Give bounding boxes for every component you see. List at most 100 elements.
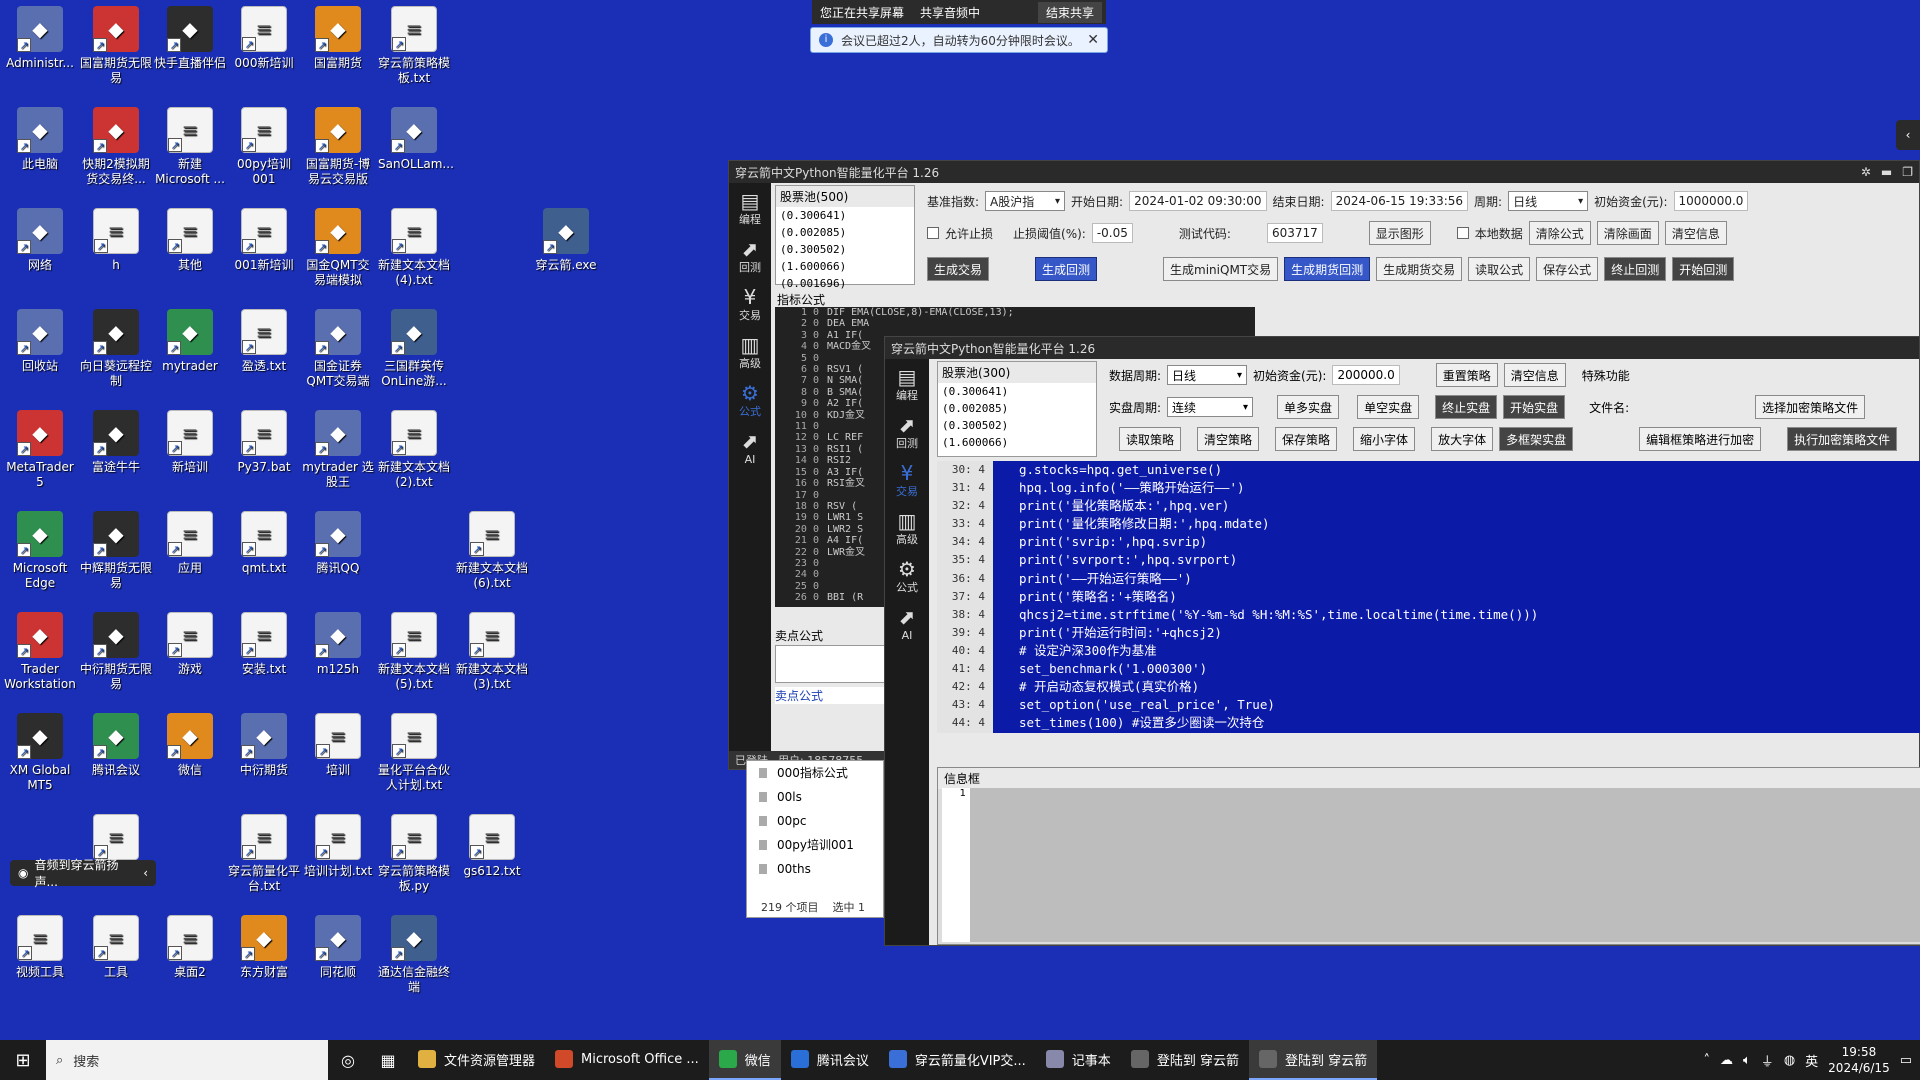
nav-formula[interactable]: ⚙ 公式 [732, 381, 768, 419]
desktop-icon[interactable]: ≡ ↗ 应用 [154, 511, 226, 576]
end-share-button[interactable]: 结束共享 [1037, 1, 1102, 23]
desktop-icon[interactable]: ≡ ↗ 新建文本文档(3).txt [456, 612, 528, 692]
taskbar-app[interactable]: 登陆到 穿云箭 [1248, 1040, 1378, 1080]
nav-ai[interactable]: ⬈ AI [889, 605, 925, 643]
strategy-code-editor[interactable]: 30: 4 g.stocks=hpq.get_universe() 31: 4 hpq… [937, 461, 1920, 733]
cloud-icon[interactable]: ☁ [1720, 1053, 1733, 1068]
minimize-icon[interactable]: ▬ [1881, 165, 1892, 179]
clear-info-button[interactable]: 清空信息 [1664, 221, 1727, 245]
desktop-icon[interactable]: ≡ ↗ 新建文本文档(6).txt [456, 511, 528, 591]
multi-live-button[interactable]: 单多实盘 [1277, 395, 1340, 419]
start-live-button[interactable]: 开始实盘 [1503, 395, 1566, 419]
desktop-icon[interactable]: ◆ ↗ 穿云箭.exe [530, 208, 602, 273]
nav-ai[interactable]: ⬈ AI [732, 429, 768, 467]
data-period-select[interactable]: 日线 [1167, 365, 1248, 385]
share-audio-status[interactable]: 共享音频中 [912, 4, 988, 21]
taskbar-app[interactable]: Microsoft Office ... [545, 1040, 709, 1080]
desktop-icon[interactable]: ◆ ↗ mytrader 选股王 [302, 410, 374, 490]
nav-trade[interactable]: ¥ 交易 [732, 285, 768, 323]
desktop-icon[interactable]: ◆ ↗ 网络 [4, 208, 76, 273]
desktop-icon[interactable]: ◆ ↗ 国富期货无限易 [80, 6, 152, 86]
stock-pool-list[interactable]: 股票池(300) (0.300641) (0.002085) (0.300502)(… [937, 361, 1097, 457]
settings-icon[interactable]: ✲ [1861, 165, 1871, 179]
desktop-icon[interactable]: ≡ ↗ 其他 [154, 208, 226, 273]
period-select[interactable]: 日线 [1508, 191, 1589, 211]
desktop-icon[interactable]: ◆ ↗ 国富期货 [302, 6, 374, 71]
taskbar-app[interactable]: 登陆到 穿云箭 [1121, 1040, 1249, 1080]
stock-pool-item[interactable]: (0.300641) [938, 383, 1096, 400]
gen-futures-trade-button[interactable]: 生成期货交易 [1376, 257, 1463, 281]
taskbar-app[interactable]: 穿云箭量化VIP交... [879, 1040, 1036, 1080]
stock-pool-item[interactable]: (1.600066) [776, 258, 914, 275]
desktop-icon[interactable]: ≡ ↗ 桌面2 [154, 915, 226, 980]
chevron-left-icon[interactable]: ‹ [143, 866, 148, 880]
larger-font-button[interactable]: 放大字体 [1431, 427, 1494, 451]
desktop-icon[interactable]: ≡ ↗ Py37.bat [228, 410, 300, 475]
desktop-icon[interactable]: ◆ ↗ 快期2模拟期货交易终... [80, 107, 152, 187]
desktop-icon[interactable]: ◆ ↗ 国金证券QMT交易端 [302, 309, 374, 389]
desktop-icon[interactable]: ≡ ↗ 工具 [80, 915, 152, 980]
volume-icon[interactable]: 🔈︎ [1743, 1053, 1751, 1068]
explorer-item[interactable]: 000指标公式 [747, 761, 883, 785]
desktop-icon[interactable]: ≡ ↗ 新建文本文档(5).txt [378, 612, 450, 692]
start-button[interactable]: ⊞ [0, 1040, 46, 1080]
nav-programming[interactable]: ▤ 编程 [889, 365, 925, 403]
desktop-icon[interactable]: ◆ ↗ Microsoft Edge [4, 511, 76, 591]
stock-pool-item[interactable]: (0.002085) [776, 224, 914, 241]
desktop-icon[interactable]: ◆ ↗ XM Global MT5 [4, 713, 76, 793]
desktop-icon[interactable]: ◆ ↗ 此电脑 [4, 107, 76, 172]
clear-strategy-button[interactable]: 清空策略 [1197, 427, 1260, 451]
encrypt-editor-strategy-button[interactable]: 编辑框策略进行加密 [1639, 427, 1762, 451]
gen-backtest-button[interactable]: 生成回测 [1035, 257, 1098, 281]
desktop-icon[interactable]: ◆ ↗ 中衍期货 [228, 713, 300, 778]
calculator-icon[interactable]: ▦ [368, 1040, 408, 1080]
desktop-icon[interactable]: ≡ ↗ 游戏 [154, 612, 226, 677]
restore-icon[interactable]: ❐ [1902, 165, 1913, 179]
desktop-icon[interactable]: ≡ ↗ 新建文本文档(2).txt [378, 410, 450, 490]
stock-pool-item[interactable]: (0.300641) [776, 207, 914, 224]
desktop-icon[interactable]: ≡ ↗ 新建 Microsoft ... [154, 107, 226, 187]
desktop-icon[interactable]: ◆ ↗ 腾讯QQ [302, 511, 374, 576]
desktop-icon[interactable]: ≡ ↗ 培训计划.txt [302, 814, 374, 879]
stock-pool-item[interactable]: (1.600066) [938, 434, 1096, 451]
desktop-icon[interactable]: ◆ ↗ 同花顺 [302, 915, 374, 980]
stock-pool-item[interactable]: (0.300502) [938, 417, 1096, 434]
capital-field[interactable]: 1000000.0 [1673, 191, 1749, 211]
sell-formula-editor[interactable] [775, 645, 885, 683]
smaller-font-button[interactable]: 缩小字体 [1353, 427, 1416, 451]
chevron-up-icon[interactable]: ˄ [1703, 1053, 1710, 1068]
search-box[interactable]: ⌕ 搜索 [46, 1040, 328, 1080]
stock-pool-list[interactable]: 股票池(500) (0.300641) (0.002085) (0.300502)(… [775, 185, 915, 290]
read-strategy-button[interactable]: 读取策略 [1119, 427, 1182, 451]
desktop-icon[interactable]: ◆ ↗ 通达信金融终端 [378, 915, 450, 995]
explorer-item[interactable]: 00ls [747, 785, 883, 809]
desktop-icon[interactable]: ◆ ↗ 微信 [154, 713, 226, 778]
desktop-icon[interactable]: ≡ ↗ 安装.txt [228, 612, 300, 677]
save-formula-button[interactable]: 保存公式 [1536, 257, 1599, 281]
info-output[interactable]: 1 [942, 788, 1920, 942]
gen-futures-backtest-button[interactable]: 生成期货回测 [1284, 257, 1371, 281]
network-status-icon[interactable]: ◍ [1784, 1053, 1795, 1068]
short-live-button[interactable]: 单空实盘 [1357, 395, 1420, 419]
browser-icon[interactable]: ◎ [328, 1040, 368, 1080]
test-code-field[interactable]: 603717 [1266, 223, 1323, 243]
explorer-item[interactable]: 00pc [747, 809, 883, 833]
nav-backtest[interactable]: ⬈ 回测 [732, 237, 768, 275]
nav-advanced[interactable]: ▥ 高级 [732, 333, 768, 371]
desktop-icon[interactable]: ≡ ↗ gs612.txt [456, 814, 528, 879]
reset-strategy-button[interactable]: 重置策略 [1435, 363, 1498, 387]
gen-trade-button[interactable]: 生成交易 [927, 257, 990, 281]
desktop-icon[interactable]: ◆ ↗ MetaTrader 5 [4, 410, 76, 490]
start-date-field[interactable]: 2024-01-02 09:30:00 [1129, 191, 1267, 211]
taskbar-app[interactable]: 文件资源管理器 [408, 1040, 545, 1080]
explorer-item[interactable]: 00py培训001 [747, 833, 883, 857]
desktop-icon[interactable]: ≡ ↗ qmt.txt [228, 511, 300, 576]
taskbar-app[interactable]: 记事本 [1036, 1040, 1121, 1080]
desktop-icon[interactable]: ≡ ↗ 新培训 [154, 410, 226, 475]
desktop-icon[interactable]: ◆ ↗ mytrader [154, 309, 226, 374]
desktop-icon[interactable]: ◆ ↗ 三国群英传OnLine游... [378, 309, 450, 389]
run-encrypted-strategy-button[interactable]: 执行加密策略文件 [1787, 427, 1898, 451]
collapse-panel-tab[interactable]: ‹ [1896, 120, 1920, 150]
desktop-icon[interactable]: ◆ ↗ 中衍期货无限易 [80, 612, 152, 692]
desktop-icon[interactable]: ≡ ↗ 000新培训 [228, 6, 300, 71]
